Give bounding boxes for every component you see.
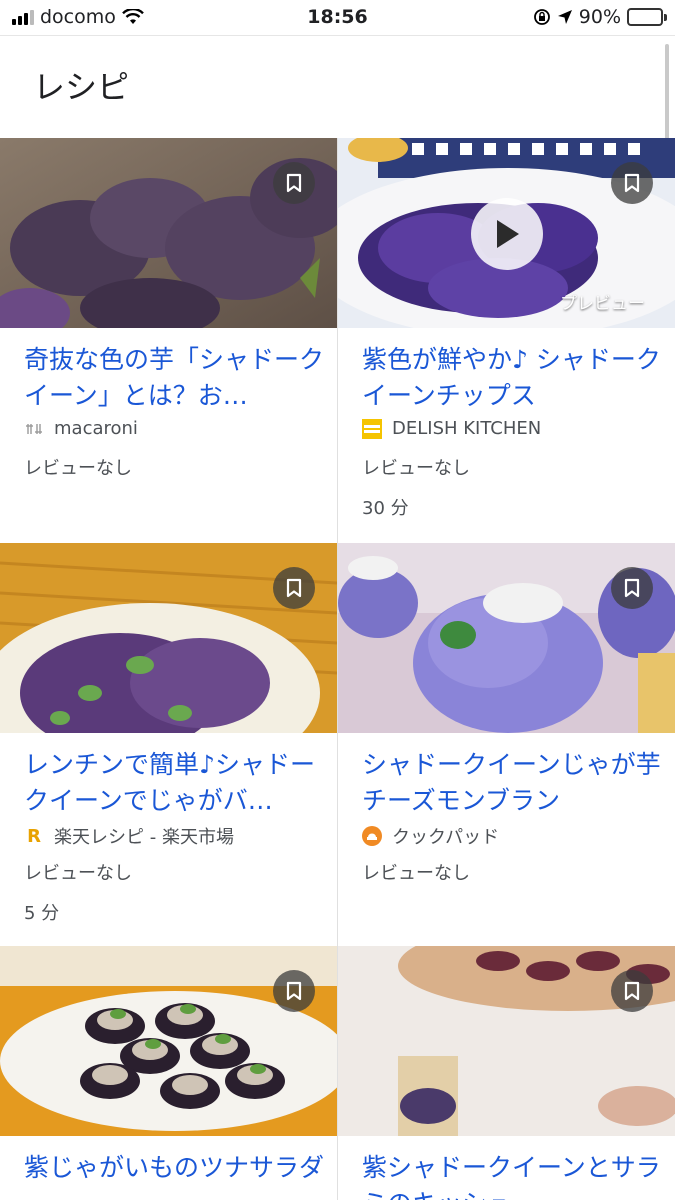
- bookmark-icon: [624, 981, 640, 1001]
- source-name: DELISH KITCHEN: [392, 418, 542, 439]
- location-icon: [557, 10, 572, 24]
- cook-time: 5 分: [24, 903, 60, 924]
- recipe-thumbnail[interactable]: [0, 946, 337, 1136]
- source-name: 楽天レシピ - 楽天市場: [54, 827, 234, 848]
- battery-percent: 90%: [578, 6, 621, 28]
- cook-time: 30 分: [362, 498, 409, 519]
- source-name: クックパッド: [392, 827, 500, 848]
- recipe-card[interactable]: シャドークイーンじゃが芋チーズモンブラン クックパッド レビューなし: [338, 543, 675, 948]
- recipe-title[interactable]: 紫じゃがいものツナサラダ: [24, 1150, 324, 1200]
- status-right: 90%: [533, 6, 667, 28]
- review-status: レビューなし: [362, 863, 470, 884]
- play-icon: [497, 220, 519, 248]
- recipe-card[interactable]: 奇抜な色の芋「シャドークイーン」とは？お… macaroni レビューなし: [0, 138, 337, 543]
- recipe-title[interactable]: シャドークイーンじゃが芋チーズモンブラン: [362, 747, 662, 819]
- play-button[interactable]: [471, 198, 543, 270]
- status-bar: docomo 18:56 90%: [0, 0, 675, 36]
- battery-icon: [627, 8, 667, 26]
- page-title: レシピ: [33, 68, 130, 106]
- bookmark-button[interactable]: [611, 162, 653, 204]
- recipe-thumbnail[interactable]: プレビュー: [338, 138, 675, 328]
- recipe-title[interactable]: 奇抜な色の芋「シャドークイーン」とは？お…: [24, 342, 324, 414]
- bookmark-button[interactable]: [273, 567, 315, 609]
- source-name: macaroni: [54, 418, 138, 439]
- review-status: レビューなし: [24, 863, 132, 884]
- recipe-source[interactable]: R 楽天レシピ - 楽天市場: [24, 823, 234, 849]
- bookmark-icon: [624, 173, 640, 193]
- recipe-source[interactable]: DELISH KITCHEN: [362, 418, 541, 439]
- recipe-thumbnail[interactable]: [0, 543, 337, 733]
- orientation-lock-icon: [533, 9, 550, 25]
- macaroni-logo-icon: [24, 419, 44, 439]
- bookmark-button[interactable]: [611, 567, 653, 609]
- preview-label: プレビュー: [560, 294, 645, 314]
- recipe-title[interactable]: 紫シャドークイーンとサラミのキッシュ: [362, 1150, 662, 1200]
- recipe-thumbnail[interactable]: [338, 543, 675, 733]
- recipe-thumbnail[interactable]: [0, 138, 337, 328]
- bookmark-button[interactable]: [611, 970, 653, 1012]
- recipe-source[interactable]: クックパッド: [362, 823, 499, 849]
- recipe-title[interactable]: 紫色が鮮やか♪ シャドークイーンチップス: [362, 342, 662, 414]
- bookmark-button[interactable]: [273, 970, 315, 1012]
- rakuten-logo-icon: R: [27, 825, 41, 847]
- bookmark-icon: [286, 578, 302, 598]
- review-status: レビューなし: [24, 458, 132, 479]
- recipe-card[interactable]: 紫じゃがいものツナサラダ: [0, 946, 337, 1200]
- cookpad-logo-icon: [362, 826, 382, 846]
- bookmark-icon: [624, 578, 640, 598]
- bookmark-button[interactable]: [273, 162, 315, 204]
- recipe-thumbnail[interactable]: [338, 946, 675, 1136]
- recipe-card[interactable]: 紫シャドークイーンとサラミのキッシュ: [338, 946, 675, 1200]
- bookmark-icon: [286, 173, 302, 193]
- recipe-card[interactable]: レンチンで簡単♪シャドークイーンでじゃがバ… R 楽天レシピ - 楽天市場 レビ…: [0, 543, 337, 948]
- delish-kitchen-logo-icon: [362, 418, 382, 439]
- recipe-card[interactable]: プレビュー 紫色が鮮やか♪ シャドークイーンチップス DELISH KITCHE…: [338, 138, 675, 543]
- review-status: レビューなし: [362, 458, 470, 479]
- bookmark-icon: [286, 981, 302, 1001]
- recipe-source[interactable]: macaroni: [24, 418, 138, 439]
- recipe-title[interactable]: レンチンで簡単♪シャドークイーンでじゃがバ…: [24, 747, 324, 819]
